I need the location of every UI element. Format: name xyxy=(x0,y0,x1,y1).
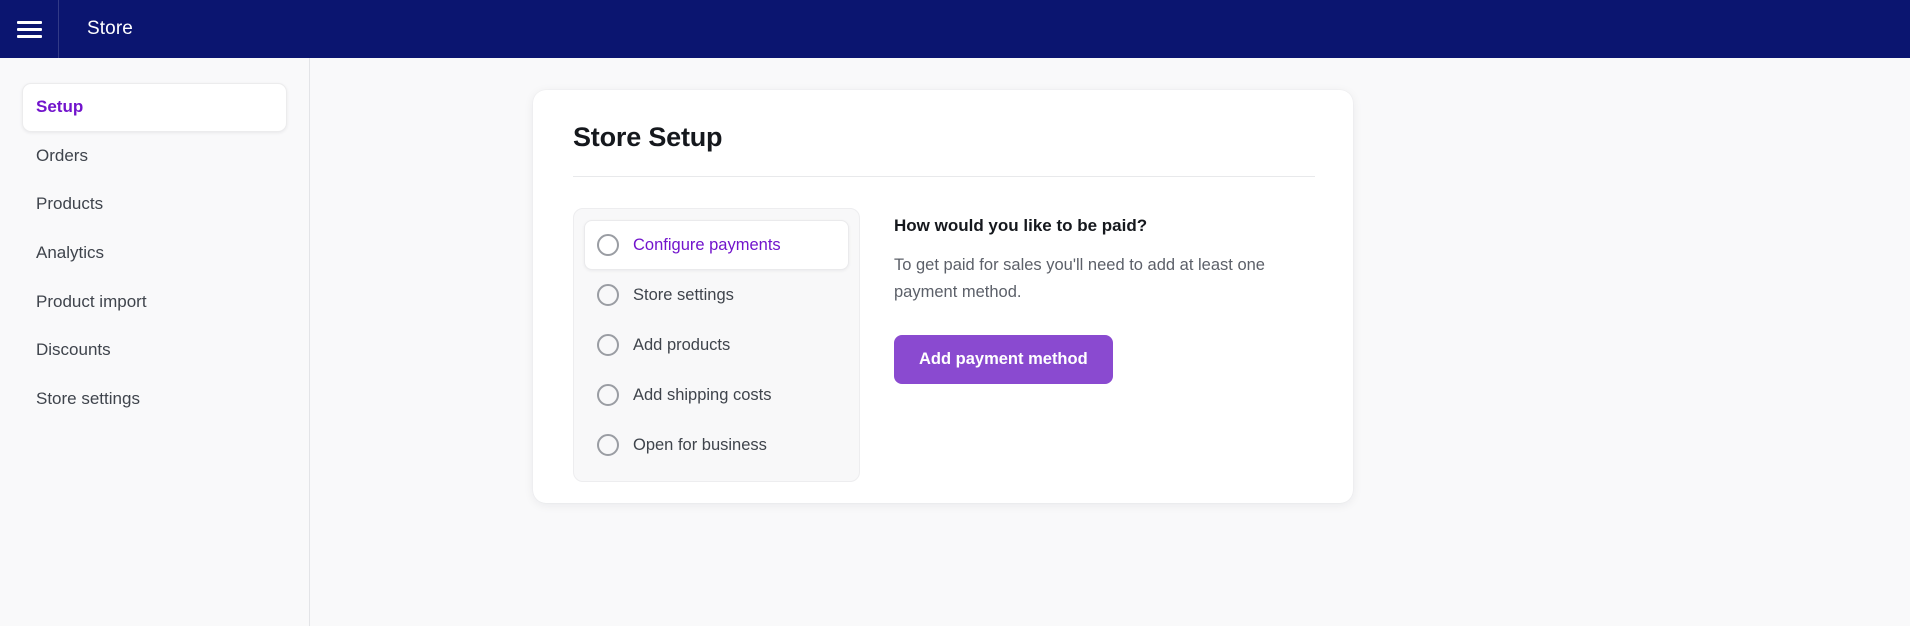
detail-heading: How would you like to be paid? xyxy=(894,216,1148,236)
hamburger-bar xyxy=(16,20,42,24)
radio-unchecked-icon[interactable] xyxy=(597,384,619,407)
radio-unchecked-icon[interactable] xyxy=(597,234,619,257)
setup-checklist: Configure payments Store settings Add prod… xyxy=(573,208,860,483)
sidebar-item-analytics[interactable]: Analytics xyxy=(22,229,287,278)
checklist-item-label: Store settings xyxy=(633,285,734,304)
sidebar-navigation: Setup Orders Products Analytics Product impo… xyxy=(0,58,310,626)
page-title: Store Setup xyxy=(573,122,723,152)
radio-unchecked-icon[interactable] xyxy=(597,334,619,357)
checklist-item-label: Configure payments xyxy=(633,235,781,254)
checklist-item-add-shipping-costs[interactable]: Add shipping costs xyxy=(584,370,849,420)
sidebar-item-orders[interactable]: Orders xyxy=(22,132,287,181)
checklist-item-configure-payments[interactable]: Configure payments xyxy=(584,220,849,271)
app-title: Store xyxy=(87,18,133,39)
card-divider xyxy=(573,176,1315,178)
add-payment-method-button[interactable]: Add payment method xyxy=(894,334,1113,384)
sidebar-item-discounts[interactable]: Discounts xyxy=(22,326,287,375)
sidebar-item-products[interactable]: Products xyxy=(22,180,287,229)
setup-detail-pane: How would you like to be paid? To get pa… xyxy=(894,208,1315,384)
hamburger-bar xyxy=(16,34,42,38)
checklist-item-add-products[interactable]: Add products xyxy=(584,320,849,370)
radio-unchecked-icon[interactable] xyxy=(597,284,619,307)
card-body: Configure payments Store settings Add prod… xyxy=(573,208,1315,483)
checklist-item-store-settings[interactable]: Store settings xyxy=(584,270,849,320)
checklist-item-label: Add shipping costs xyxy=(633,385,772,404)
detail-description: To get paid for sales you'll need to add… xyxy=(894,256,1265,302)
store-setup-card: Store Setup Configure payments Store sett… xyxy=(533,90,1353,503)
main-content-area: Store Setup Configure payments Store sett… xyxy=(310,58,1910,626)
sidebar-item-product-import[interactable]: Product import xyxy=(22,278,287,327)
checklist-item-label: Open for business xyxy=(633,435,767,454)
sidebar-item-setup[interactable]: Setup xyxy=(22,83,287,132)
hamburger-menu-icon[interactable] xyxy=(0,0,58,58)
checklist-item-open-for-business[interactable]: Open for business xyxy=(584,420,849,470)
topbar-divider xyxy=(58,0,59,58)
sidebar-item-store-settings[interactable]: Store settings xyxy=(22,375,287,424)
checklist-item-label: Add products xyxy=(633,335,731,354)
top-navigation-bar: Store xyxy=(0,0,1910,58)
radio-unchecked-icon[interactable] xyxy=(597,434,619,457)
hamburger-bar xyxy=(16,27,42,31)
